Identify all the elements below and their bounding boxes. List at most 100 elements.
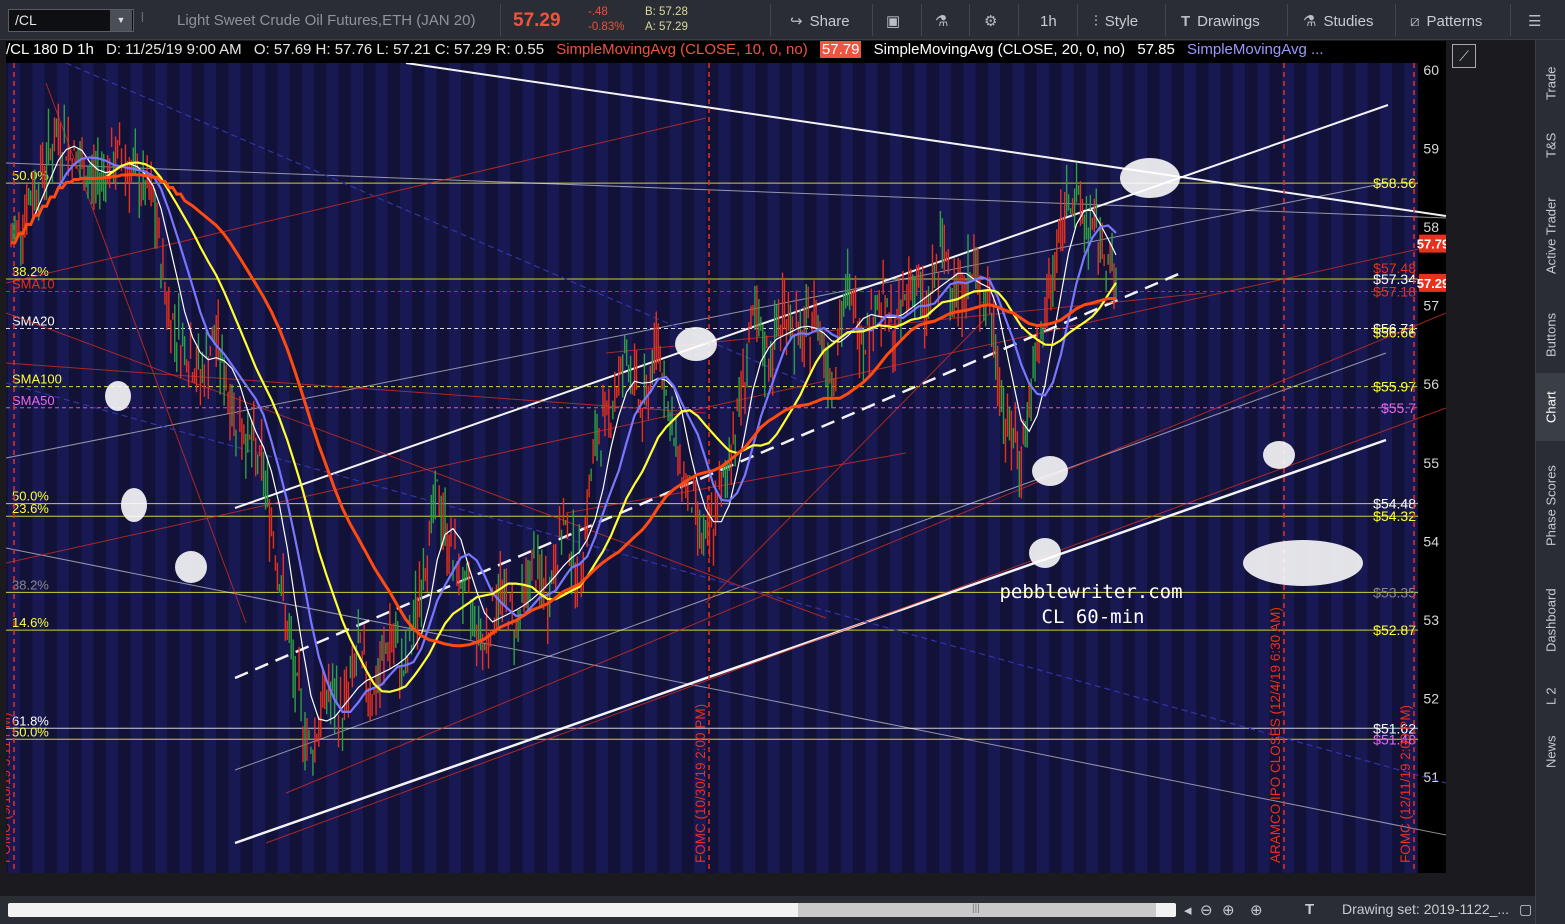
watermark-line1: pebblewriter.com [999,581,1182,603]
divider [1018,4,1019,36]
chevron-down-icon[interactable]: ▼ [110,10,132,31]
session-band [302,63,314,873]
fib-level-label: 38.2% [12,577,49,592]
zoom-out-icon[interactable]: ⊖ [1200,901,1213,919]
divider [921,4,922,36]
bottom-bar: ||| ◂ ⊖ ⊕ ⊕ T Drawing set: 2019-1122_...… [0,896,1535,924]
sma10-label[interactable]: SimpleMovingAvg (CLOSE, 10, 0, no) [556,41,808,58]
sma10-value: 57.79 [819,41,862,58]
studies-button[interactable]: ⚗ Studies [1303,10,1374,32]
style-button[interactable]: ⫶ Style [1094,10,1138,32]
side-tab-l-2[interactable]: L 2 [1536,672,1565,720]
price-badge-label: 57.79 [1417,237,1446,252]
x-tick-label: 10/14 [413,872,448,873]
side-tab-t-s[interactable]: T&S [1536,120,1565,170]
session-band [939,63,951,873]
session-band [596,63,608,873]
session-band [914,63,927,873]
drawing-set-label[interactable]: Drawing set: 2019-1122_... [1342,901,1509,917]
level-price-label: $56.66 [1373,324,1416,340]
sma50-label[interactable]: SimpleMovingAvg ... [1187,41,1323,58]
session-band [645,63,657,873]
event-annotation: FOMC (9/18/19 5:11 PM) [6,712,13,863]
link-icon[interactable]: ⦚ [141,10,155,30]
side-tab-chart[interactable]: Chart [1536,373,1565,441]
session-band [988,63,1000,873]
patterns-button[interactable]: ⧄ Patterns [1410,10,1482,32]
chart-canvas[interactable]: 515253545556575859609/239/3010/710/1410/… [6,63,1446,873]
scroll-left-icon[interactable]: ◂ [1184,901,1192,919]
drawings-button[interactable]: T Drawings [1181,10,1260,32]
event-annotation: FOMC (12/11/19 2:00 PM) [1398,705,1413,863]
x-tick-label: 10/21 [527,872,562,873]
level-price-label: $53.35 [1373,584,1416,600]
text-tool-icon: T [1181,12,1191,30]
sma-level-label: SMA20 [12,313,55,328]
side-tab-buttons[interactable]: Buttons [1536,302,1565,368]
share-button[interactable]: ↪ Share [790,10,850,32]
style-label: Style [1104,12,1139,30]
divider [1077,4,1078,36]
session-band [792,63,804,873]
snapshot-button[interactable]: ▣ [886,10,907,32]
sma-level-label: SMA100 [12,372,62,387]
highlight-oval [1032,456,1068,486]
pct-change-value: -0.83% [588,21,625,33]
session-band [179,63,192,873]
fib-level-label: 50.0% [12,724,49,739]
x-tick-label: 11/11 [873,872,906,873]
chart-style-icon[interactable]: ⟋ [1452,44,1476,68]
side-tab-active-trader[interactable]: Active Trader [1536,175,1565,297]
session-band [1110,63,1123,873]
crosshair-icon[interactable]: ⊕ [1222,901,1235,919]
y-tick-label: 56 [1423,376,1439,392]
side-tab-trade[interactable]: Trade [1536,52,1565,114]
price-chart[interactable]: 515253545556575859609/239/3010/710/1410/… [6,63,1446,873]
timeframe-button[interactable]: 1h [1040,10,1057,32]
session-band [351,63,363,873]
chart-symbol[interactable]: /CL 180 D 1h [6,41,94,58]
share-label: Share [809,12,850,30]
gear-icon: ⚙ [984,13,998,30]
patterns-icon: ⧄ [1410,12,1420,30]
highlight-oval [121,488,147,522]
highlight-oval [105,381,131,411]
menu-button[interactable]: ☰ [1528,10,1548,32]
level-price-label: $55.7 [1381,400,1416,416]
level-price-label: $52.87 [1373,622,1416,638]
share-icon: ↪ [790,13,803,30]
camera-icon: ▣ [886,13,901,30]
grip-icon: ||| [972,903,980,914]
zoom-in-icon[interactable]: ⊕ [1250,901,1263,919]
x-tick-label: 9/23 [66,872,93,873]
expand-icon[interactable]: ▢ [1519,901,1532,918]
divider [969,4,970,36]
level-price-label: $57.18 [1373,284,1416,300]
side-tab-news[interactable]: News [1536,725,1565,779]
session-band [963,63,976,873]
text-tool-icon[interactable]: T [1305,901,1314,918]
fib-level-label: 50.0% [12,168,49,183]
flask-icon: ⚗ [1303,13,1317,30]
side-tab-phase-scores[interactable]: Phase Scores [1536,445,1565,567]
y-tick-label: 52 [1423,690,1439,706]
highlight-oval [175,551,207,583]
settings-button[interactable]: ⚙ [984,10,1004,32]
sma20-value: 57.85 [1137,41,1175,58]
chart-header: /CL 180 D 1h D: 11/25/19 9:00 AM O: 57.6… [6,41,1446,63]
side-tab-dashboard[interactable]: Dashboard [1536,573,1565,668]
divider [500,4,501,36]
ask-value: A: 57.29 [645,21,688,33]
side-panel: Trade T&S Active Trader Buttons Chart Phase S… [1535,40,1565,924]
x-tick-label: 9/30 [186,872,213,873]
session-band [522,63,535,873]
style-icon: ⫶ [1094,12,1098,30]
flask-button[interactable]: ⚗ [935,10,955,32]
bid-value: B: 57.28 [645,6,688,18]
session-band [228,63,241,873]
sma20-label[interactable]: SimpleMovingAvg (CLOSE, 20, 0, no) [874,41,1126,58]
x-tick-label: 11/25 [1103,872,1137,873]
session-band [743,63,755,873]
chart-ohlc: O: 57.69 H: 57.76 L: 57.21 C: 57.29 R: 0… [253,41,545,58]
chart-date: D: 11/25/19 9:00 AM [106,41,242,58]
